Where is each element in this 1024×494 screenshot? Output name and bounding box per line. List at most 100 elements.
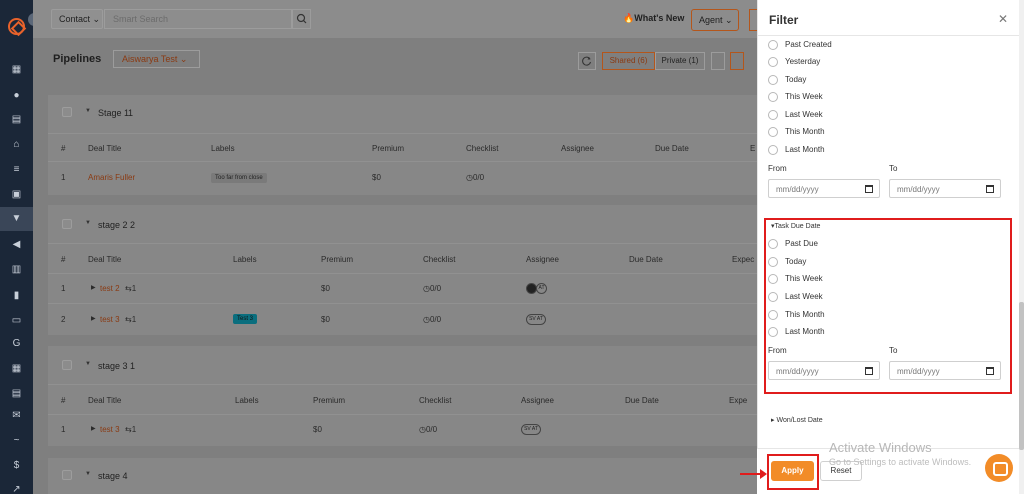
stage-count: 1 (130, 361, 136, 371)
filter-header: Filter ✕ (758, 0, 1020, 36)
radio-label: This Week (785, 92, 823, 101)
stage-name: stage 4 (98, 471, 128, 481)
expand-row-icon[interactable]: ▶ (91, 315, 96, 322)
bank-icon[interactable]: ⌂ (11, 139, 22, 150)
radio-label: Last Week (785, 110, 823, 119)
stage-name: stage 2 (98, 220, 128, 230)
premium-value: $0 (372, 173, 381, 182)
from-date-input[interactable]: mm/dd/yyyy (768, 179, 880, 198)
radio-label: Today (785, 75, 807, 84)
pipeline-select[interactable]: Aiswarya Test ⌄ (113, 50, 200, 68)
to-date-input[interactable]: mm/dd/yyyy (889, 179, 1001, 198)
refresh-icon (582, 56, 591, 66)
won-lost-date-toggle[interactable]: ▸ Won/Lost Date (771, 416, 823, 424)
stage-count: 1 (128, 108, 134, 118)
topbar-button-partial[interactable] (749, 9, 757, 31)
expand-caret-icon[interactable]: ▼ (85, 108, 91, 114)
radio-button[interactable] (768, 127, 778, 137)
expand-caret-icon[interactable]: ▼ (85, 361, 91, 367)
filter-scrollbar-thumb[interactable] (1019, 302, 1024, 450)
chat-bubble-icon[interactable] (985, 454, 1013, 482)
top-bar: Contact ⌄ Smart Search 🔥What's New Agent… (33, 0, 757, 38)
radio-button[interactable] (768, 92, 778, 102)
whats-new-link[interactable]: 🔥What's New (623, 13, 684, 24)
premium-value: $0 (321, 315, 330, 324)
expand-row-icon[interactable]: ▶ (91, 425, 96, 432)
private-tab[interactable]: Private (1) (655, 52, 705, 70)
expand-caret-icon[interactable]: ▼ (85, 471, 91, 477)
radio-button[interactable] (768, 75, 778, 85)
reports-icon[interactable]: ▮ (11, 290, 22, 301)
radio-button[interactable] (768, 57, 778, 67)
list-icon[interactable]: ≡ (11, 164, 22, 175)
contact-dropdown[interactable]: Contact ⌄ (51, 9, 103, 29)
apply-highlight-annotation (767, 454, 819, 490)
avatar[interactable]: SV AT (526, 314, 546, 325)
pipeline-filter-icon[interactable]: ▼ (11, 213, 22, 224)
expand-row-icon[interactable]: ▶ (91, 284, 96, 291)
stage-checkbox[interactable] (62, 219, 72, 229)
app-logo[interactable] (8, 18, 25, 35)
stage-name: stage 3 (98, 361, 128, 371)
dollar-icon[interactable]: $ (11, 460, 22, 471)
notes-icon[interactable]: ▥ (11, 264, 22, 275)
search-button[interactable] (292, 9, 311, 29)
checklist-value: ◷0/0 (419, 425, 438, 434)
kanban-view-button[interactable] (711, 52, 725, 70)
mail-icon[interactable]: ✉ (11, 410, 22, 421)
deal-title-link[interactable]: test 3 (100, 425, 120, 434)
subdeal-count-value: 1 (131, 425, 137, 434)
column-header: # (61, 396, 66, 405)
chart-icon[interactable]: ↗ (11, 484, 22, 494)
activate-windows-title: Activate Windows (829, 440, 932, 455)
dashboard-icon[interactable]: ▦ (11, 64, 22, 75)
radio-label: Yesterday (785, 57, 821, 66)
deal-title-link[interactable]: test 2 (100, 284, 120, 293)
megaphone-icon[interactable]: ◀ (11, 239, 22, 250)
calendar-icon[interactable] (986, 185, 994, 193)
contacts-icon[interactable]: ● (11, 90, 22, 101)
folder-icon[interactable]: ▭ (11, 315, 22, 326)
radio-label: This Month (785, 127, 825, 136)
refresh-button[interactable] (578, 52, 596, 70)
calendar-icon[interactable] (865, 185, 873, 193)
stage-section: ▼ stage 4 (48, 458, 757, 494)
checklist-value: ◷0/0 (423, 315, 442, 324)
shared-tab[interactable]: Shared (6) (602, 52, 655, 70)
radio-label: Last Month (785, 145, 825, 154)
column-header: Checklist (423, 255, 456, 264)
stage-checkbox[interactable] (62, 107, 72, 117)
flame-icon: 🔥 (623, 13, 635, 23)
stage-checkbox[interactable] (62, 360, 72, 370)
divider (48, 161, 757, 162)
stage-section: ▼ stage 2 2 # Deal Title Labels Premium … (48, 205, 757, 335)
signature-icon[interactable]: ~ (11, 435, 22, 446)
close-icon[interactable]: ✕ (998, 12, 1008, 26)
column-header: Deal Title (88, 396, 122, 405)
radio-button[interactable] (768, 145, 778, 155)
list-view-button[interactable] (730, 52, 744, 70)
avatar[interactable]: AT (536, 283, 547, 294)
expand-caret-icon[interactable]: ▼ (85, 220, 91, 226)
deal-title-link[interactable]: test 3 (100, 315, 120, 324)
row-number: 1 (61, 284, 66, 293)
documents-icon[interactable]: ▤ (11, 114, 22, 125)
column-header: Assignee (526, 255, 559, 264)
stage-checkbox[interactable] (62, 470, 72, 480)
google-icon[interactable]: G (11, 338, 22, 349)
divider (48, 384, 757, 385)
deal-label-chip: Test 3 (233, 314, 258, 324)
document-icon[interactable]: ▤ (11, 388, 22, 399)
avatar[interactable]: SV AT (521, 424, 541, 435)
filter-title: Filter (769, 13, 799, 27)
smart-search-input[interactable]: Smart Search (104, 9, 292, 29)
highlight-annotation-box (764, 218, 1012, 394)
deal-title-link[interactable]: Amaris Fuller (88, 173, 135, 182)
column-header: # (61, 255, 66, 264)
calendar-icon[interactable]: ▦ (11, 363, 22, 374)
radio-button[interactable] (768, 40, 778, 50)
radio-button[interactable] (768, 110, 778, 120)
contact-card-icon[interactable]: ▣ (11, 189, 22, 200)
divider (48, 273, 757, 274)
agent-dropdown[interactable]: Agent ⌄ (691, 9, 739, 31)
